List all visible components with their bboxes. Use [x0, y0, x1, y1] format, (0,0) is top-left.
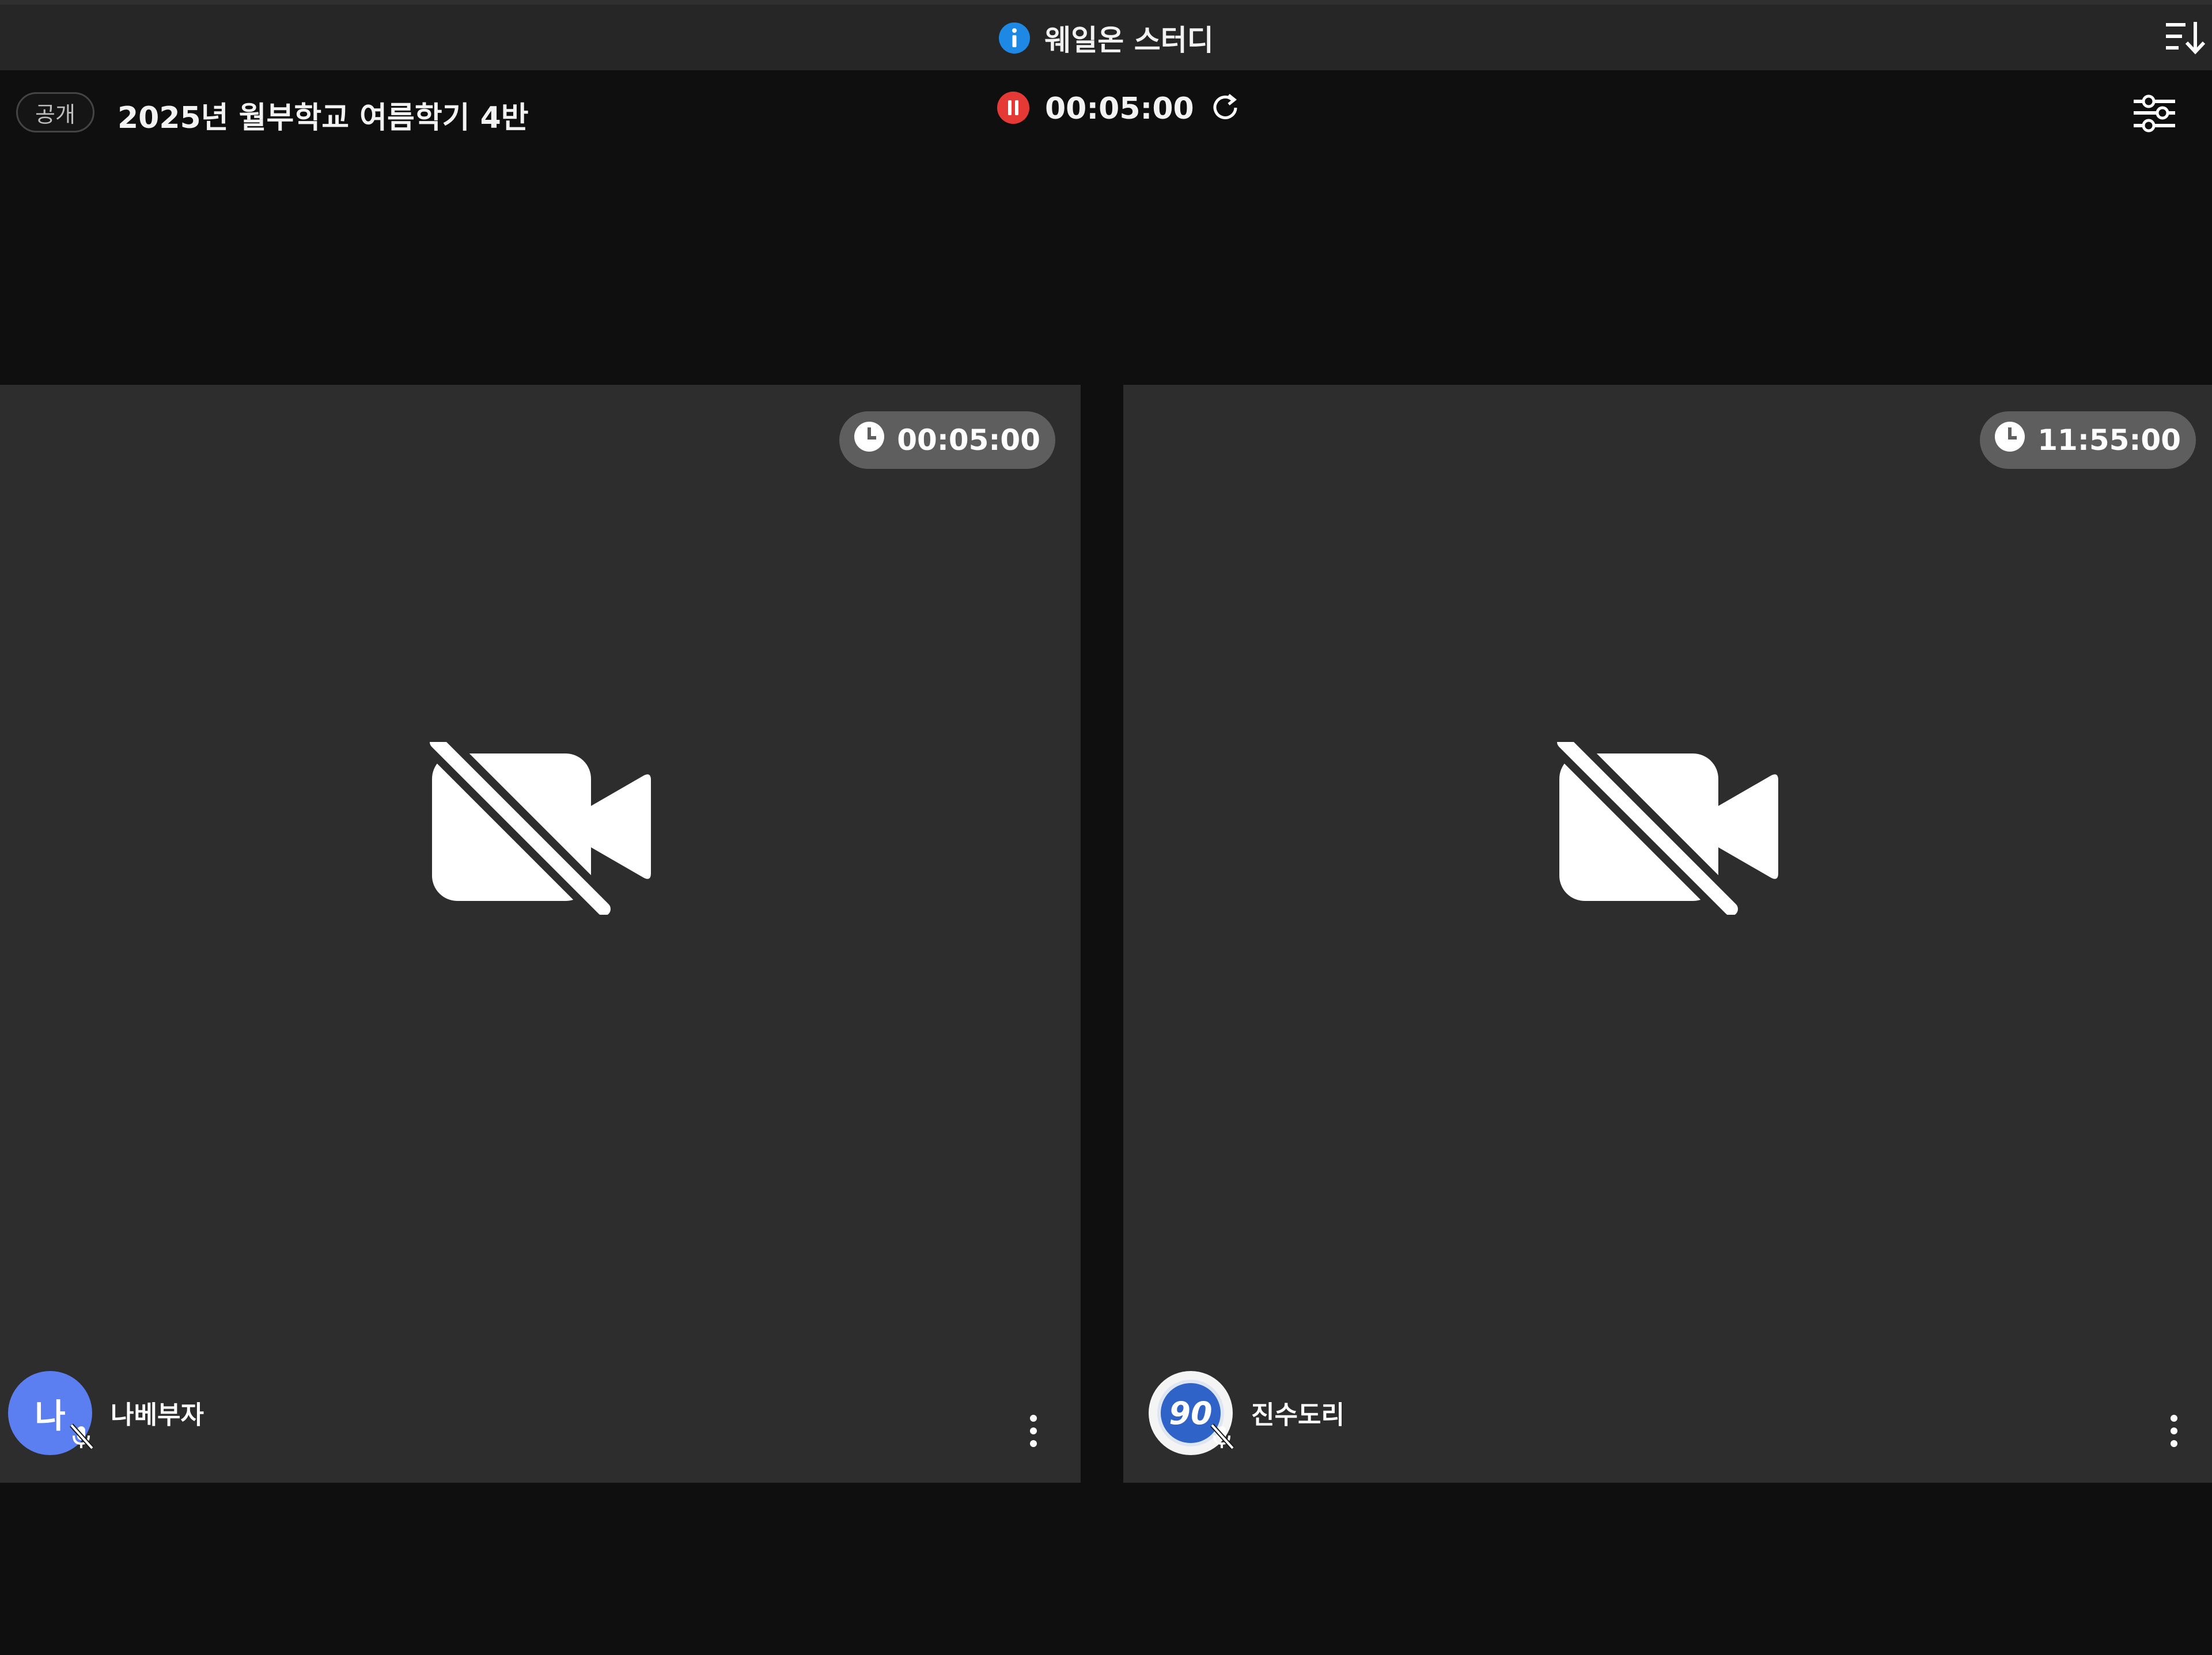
camera-off-icon	[1552, 731, 1783, 920]
participant-name: 나베부자	[111, 1400, 204, 1430]
avatar: 90	[1149, 1371, 1234, 1455]
mic-off-icon	[1207, 1419, 1236, 1459]
camera-off-icon	[425, 731, 656, 920]
avatar: 나	[8, 1371, 94, 1455]
info-icon[interactable]	[998, 22, 1031, 54]
mic-off-icon	[67, 1419, 96, 1459]
avatar-initial: 90	[1169, 1395, 1213, 1431]
app-title-group: 웨일온 스터디	[0, 17, 2212, 59]
app-title: 웨일온 스터디	[1044, 24, 1214, 57]
participant-tile[interactable]: 00:05:00 나 나베부자	[0, 385, 1081, 1483]
more-vertical-icon[interactable]	[1028, 1414, 1039, 1451]
avatar-initial: 나	[35, 1396, 66, 1436]
pause-icon[interactable]	[997, 91, 1030, 127]
participant-name: 진수도리	[1251, 1400, 1344, 1430]
participant-timer-text: 00:05:00	[897, 423, 1040, 457]
sort-icon[interactable]	[2164, 18, 2206, 59]
settings-sliders-icon[interactable]	[2131, 93, 2177, 136]
room-timer-text: 00:05:00	[1045, 92, 1194, 126]
clock-icon	[1994, 421, 2026, 460]
top-bar: 웨일온 스터디	[0, 0, 2212, 70]
participant-timer: 00:05:00	[839, 411, 1055, 469]
room-timer: 00:05:00	[997, 91, 1241, 127]
participant-timer-text: 11:55:00	[2037, 423, 2181, 457]
participant-timer: 11:55:00	[1980, 411, 2196, 469]
refresh-icon[interactable]	[1209, 92, 1241, 126]
more-vertical-icon[interactable]	[2168, 1414, 2180, 1451]
room-header: 공개 2025년 월부학교 여름학기 4반 00:05:00	[0, 70, 2212, 157]
room-title: 2025년 월부학교 여름학기 4반	[118, 101, 529, 135]
clock-icon	[853, 421, 885, 460]
visibility-badge: 공개	[16, 92, 94, 132]
participant-tile[interactable]: 11:55:00 90 진수도리	[1123, 385, 2212, 1483]
